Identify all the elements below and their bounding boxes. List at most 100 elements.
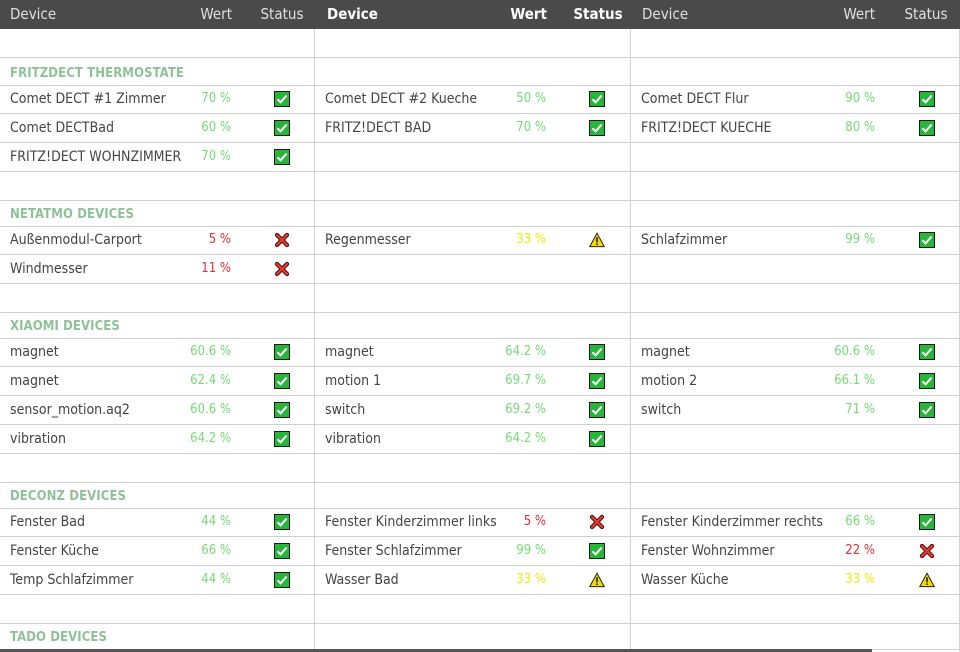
device-name: Comet DECT #2 Kueche (325, 91, 478, 107)
device-value: 44 % (201, 572, 231, 587)
table-row[interactable]: switch 71 % (631, 396, 959, 425)
table-row[interactable]: magnet 60.6 % (0, 338, 314, 367)
table-row[interactable] (631, 255, 959, 284)
device-name: Temp Schlafzimmer (10, 572, 134, 588)
table-row[interactable]: FRITZ!DECT KUECHE 80 % (631, 114, 959, 143)
device-value: 5 % (208, 232, 231, 247)
table-row[interactable]: Schlafzimmer 99 % (631, 226, 959, 255)
table-row[interactable]: vibration 64.2 % (315, 425, 630, 454)
spacer-row (315, 454, 630, 483)
table-row[interactable]: magnet 64.2 % (315, 338, 630, 367)
status-indicator (274, 149, 290, 165)
table-row[interactable]: Windmesser 11 % (0, 255, 314, 284)
table-row[interactable]: vibration 64.2 % (0, 425, 314, 454)
table-row[interactable]: Fenster Bad 44 % (0, 508, 314, 537)
check-icon (274, 373, 290, 389)
check-icon (919, 514, 935, 530)
check-icon (274, 91, 290, 107)
table-row[interactable]: magnet 60.6 % (631, 338, 959, 367)
table-column-3: Comet DECT Flur 90 % FRITZ!DECT KUECHE 80 %… (631, 29, 960, 652)
column-header-status[interactable]: Status (252, 0, 312, 29)
device-name: magnet (10, 344, 59, 360)
column-header-device[interactable]: Device (327, 0, 447, 29)
table-row[interactable] (631, 425, 959, 454)
device-value: 80 % (845, 120, 875, 135)
check-icon (589, 120, 605, 136)
check-icon (589, 402, 605, 418)
section-header-row: FRITZDECT THERMOSTATE (0, 57, 314, 86)
section-header-row (631, 57, 959, 86)
table-row[interactable]: sensor_motion.aq2 60.6 % (0, 396, 314, 425)
table-row[interactable]: switch 69.2 % (315, 396, 630, 425)
table-row[interactable]: Comet DECT Flur 90 % (631, 85, 959, 114)
column-header-value[interactable]: Wert (475, 0, 547, 29)
table-row[interactable]: motion 2 66.1 % (631, 367, 959, 396)
device-name: vibration (10, 431, 66, 447)
check-icon (274, 543, 290, 559)
table-row[interactable]: Fenster Kinderzimmer links 5 % (315, 508, 630, 537)
warning-icon (588, 232, 606, 248)
device-value: 64.2 % (505, 431, 546, 446)
column-header-status[interactable]: Status (896, 0, 956, 29)
table-row[interactable]: Fenster Wohnzimmer 22 % (631, 537, 959, 566)
table-header: Device Wert Status Device Wert Status De… (0, 0, 960, 29)
table-row[interactable]: motion 1 69.7 % (315, 367, 630, 396)
check-icon (274, 344, 290, 360)
table-row[interactable] (315, 255, 630, 284)
table-row[interactable]: Wasser Bad 33 % (315, 566, 630, 595)
check-icon (274, 514, 290, 530)
column-header-device[interactable]: Device (642, 0, 762, 29)
column-header-value[interactable]: Wert (160, 0, 232, 29)
device-value: 33 % (845, 572, 875, 587)
status-indicator (274, 402, 290, 418)
status-indicator (919, 120, 935, 136)
spacer-row (0, 284, 314, 313)
device-value: 60.6 % (190, 344, 231, 359)
device-name: Fenster Wohnzimmer (641, 543, 775, 559)
status-indicator (274, 120, 290, 136)
table-row[interactable]: Regenmesser 33 % (315, 226, 630, 255)
status-indicator (919, 91, 935, 107)
table-row[interactable]: Fenster Küche 66 % (0, 537, 314, 566)
device-name: Fenster Kinderzimmer rechts (641, 514, 823, 530)
section-title: NETATMO DEVICES (10, 207, 135, 222)
table-row[interactable]: Comet DECT #2 Kueche 50 % (315, 85, 630, 114)
device-name: Schlafzimmer (641, 232, 728, 248)
table-row[interactable] (315, 143, 630, 172)
device-name: motion 2 (641, 373, 698, 389)
section-header-row: XIAOMI DEVICES (0, 310, 314, 339)
spacer-row (0, 595, 314, 624)
table-row[interactable]: Wasser Küche 33 % (631, 566, 959, 595)
check-icon (274, 431, 290, 447)
table-row[interactable]: FRITZ!DECT WOHNZIMMER 70 % (0, 143, 314, 172)
section-title: DECONZ DEVICES (10, 489, 127, 504)
table-row[interactable]: Fenster Kinderzimmer rechts 66 % (631, 508, 959, 537)
device-value: 66 % (201, 543, 231, 558)
table-row[interactable]: Temp Schlafzimmer 44 % (0, 566, 314, 595)
status-indicator (919, 543, 935, 559)
table-row[interactable]: Comet DECT #1 Zimmer 70 % (0, 85, 314, 114)
device-value: 66.1 % (834, 373, 875, 388)
device-name: Fenster Küche (10, 543, 99, 559)
spacer-row (315, 595, 630, 624)
device-name: magnet (325, 344, 374, 360)
column-header-status[interactable]: Status (567, 0, 629, 29)
device-value: 71 % (845, 402, 875, 417)
table-row[interactable]: Außenmodul-Carport 5 % (0, 226, 314, 255)
section-title: TADO DEVICES (10, 630, 108, 645)
table-row[interactable]: Fenster Schlafzimmer 99 % (315, 537, 630, 566)
table-row[interactable]: FRITZ!DECT BAD 70 % (315, 114, 630, 143)
device-name: switch (641, 402, 682, 418)
device-name: switch (325, 402, 366, 418)
column-header-device[interactable]: Device (10, 0, 130, 29)
table-row[interactable]: magnet 62.4 % (0, 367, 314, 396)
table-row[interactable]: Comet DECTBad 60 % (0, 114, 314, 143)
device-name: Wasser Küche (641, 572, 729, 588)
section-header-row: DECONZ DEVICES (0, 480, 314, 509)
warning-icon (918, 572, 936, 588)
table-row[interactable] (631, 143, 959, 172)
status-indicator (274, 572, 290, 588)
check-icon (919, 373, 935, 389)
column-header-value[interactable]: Wert (803, 0, 875, 29)
status-indicator (919, 402, 935, 418)
